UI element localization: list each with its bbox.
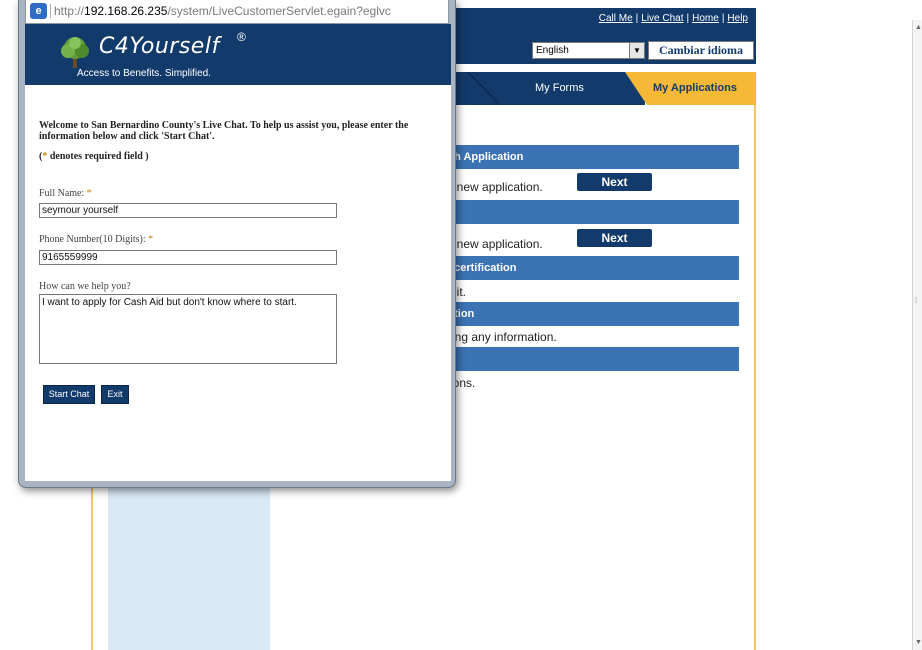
phone-number-field[interactable]: 9165559999 <box>39 250 337 265</box>
brand-name: C4Yourself <box>99 34 220 59</box>
main-tabs: My Forms My Applications <box>440 72 756 105</box>
chevron-down-icon: ▼ <box>629 43 644 58</box>
call-me-link[interactable]: Call Me <box>599 13 633 24</box>
scroll-down-icon[interactable]: ▼ <box>915 639 922 646</box>
required-field-note: (* denotes required field ) <box>39 151 149 162</box>
change-language-button[interactable]: Cambiar idioma <box>648 41 754 60</box>
brand-tagline: Access to Benefits. Simplified. <box>77 68 211 79</box>
tab-my-applications[interactable]: My Applications <box>625 72 756 105</box>
section-header-cash-application: sh Application <box>440 145 739 169</box>
address-path: /system/LiveCustomerServlet.egain?eglvc <box>167 4 391 18</box>
tree-logo-icon <box>61 37 89 68</box>
help-question-label: How can we help you? <box>39 281 131 292</box>
help-link[interactable]: Help <box>727 13 748 24</box>
tab-separator-icon <box>467 72 500 105</box>
scroll-grip-icon[interactable]: ⁞ <box>915 296 917 305</box>
welcome-message: Welcome to San Bernardino County's Live … <box>39 120 409 142</box>
section-header-recertification: ecertification <box>440 256 739 280</box>
page-scrollbar[interactable]: ▲ ⁞ ▼ <box>912 20 922 650</box>
chat-request-form: Welcome to San Bernardino County's Live … <box>39 120 439 404</box>
help-message-textarea[interactable]: I want to apply for Cash Aid but don't k… <box>39 294 337 364</box>
page-right-border <box>754 90 756 650</box>
exit-button[interactable]: Exit <box>101 385 129 404</box>
phone-number-label: Phone Number(10 Digits): * <box>39 234 154 245</box>
address-host: 192.168.26.235 <box>84 4 168 18</box>
scroll-up-icon[interactable]: ▲ <box>915 24 922 31</box>
full-name-field[interactable]: seymour yourself <box>39 203 337 218</box>
language-select[interactable]: English ▼ <box>532 42 645 59</box>
section-text: ssing any information. <box>440 330 557 344</box>
chat-form-page: C4Yourself ® Access to Benefits. Simplif… <box>25 24 451 481</box>
live-chat-link[interactable]: Live Chat <box>641 13 683 24</box>
section-header <box>440 200 739 224</box>
address-prefix: http:// <box>54 4 85 18</box>
next-button[interactable]: Next <box>577 173 652 191</box>
section-header-information: ation <box>440 302 739 326</box>
address-bar[interactable]: e http://192.168.26.235/system/LiveCusto… <box>25 0 449 24</box>
site-header: Call Me | Live Chat | Home | Help English ▼ Ca… <box>440 8 756 64</box>
live-chat-window: e http://192.168.26.235/system/LiveCusto… <box>18 0 456 488</box>
brand-banner: C4Yourself ® Access to Benefits. Simplif… <box>25 24 451 85</box>
language-select-value: English <box>536 45 569 56</box>
browser-icon: e <box>30 3 47 19</box>
registered-mark: ® <box>237 30 246 44</box>
next-button[interactable]: Next <box>577 229 652 247</box>
section-header <box>440 347 739 371</box>
home-link[interactable]: Home <box>692 13 719 24</box>
top-links: Call Me | Live Chat | Home | Help <box>598 13 748 24</box>
start-chat-button[interactable]: Start Chat <box>43 385 95 404</box>
full-name-label: Full Name: * <box>39 188 92 199</box>
